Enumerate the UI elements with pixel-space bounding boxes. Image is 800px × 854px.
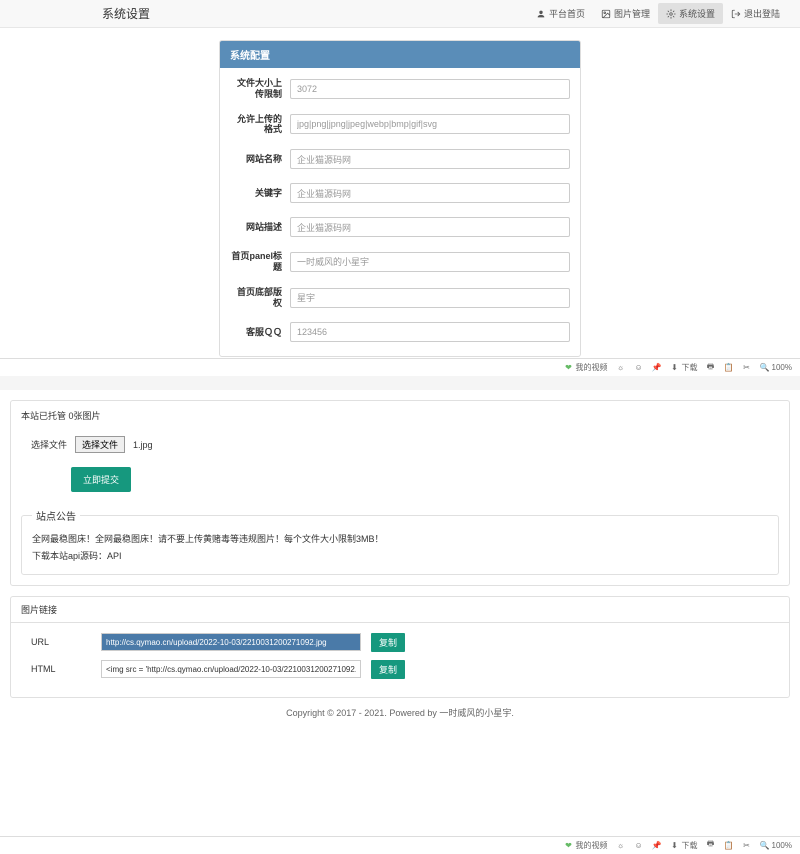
download-icon: ⬇: [670, 363, 680, 373]
field-label: 网站名称: [230, 154, 290, 165]
user-icon: [536, 9, 546, 19]
file-picker-button[interactable]: 选择文件: [75, 436, 125, 453]
printer-icon[interactable]: 🖶: [706, 840, 716, 850]
menu-label: 平台首页: [549, 7, 585, 20]
field-label: 首页panel标题: [230, 251, 290, 273]
field-label: 客服ＱＱ: [230, 327, 290, 338]
allowed-formats-input[interactable]: [290, 114, 570, 134]
site-name-input[interactable]: [290, 149, 570, 169]
link-box: 图片链接 URL 复制 HTML 复制: [10, 596, 790, 698]
site-desc-input[interactable]: [290, 217, 570, 237]
footer-copyright-input[interactable]: [290, 288, 570, 308]
page-title: 系统设置: [12, 5, 150, 22]
menu-label: 退出登陆: [744, 7, 780, 20]
panel-header: 系统配置: [220, 41, 580, 68]
copy-url-button[interactable]: 复制: [371, 633, 405, 652]
status-bar-bottom: ❤ 我的视频 ☼ ☺ 📌 ⬇ 下载 🖶 📋 ✂ 🔍 100%: [0, 836, 800, 854]
logout-icon: [731, 9, 741, 19]
menu-label: 系统设置: [679, 7, 715, 20]
printer-icon[interactable]: 🖶: [706, 363, 716, 373]
copy-html-button[interactable]: 复制: [371, 660, 405, 679]
status-bar: ❤ 我的视频 ☼ ☺ 📌 ⬇ 下载 🖶 📋 ✂ 🔍 100%: [0, 358, 800, 376]
clipboard-icon[interactable]: 📋: [724, 363, 734, 373]
zoom-icon: 🔍: [760, 840, 770, 850]
field-label: 文件大小上传限制: [230, 78, 290, 100]
menu-settings[interactable]: 系统设置: [658, 3, 723, 24]
footer-text: Copyright © 2017 - 2021. Powered by 一时威风…: [10, 698, 790, 735]
link-title: 图片链接: [11, 597, 789, 623]
screenshot-icon[interactable]: ✂: [742, 363, 752, 373]
zoom-icon: 🔍: [760, 363, 770, 373]
settings-panel: 系统配置 文件大小上传限制 允许上传的格式 网站名称: [219, 40, 581, 357]
status-download[interactable]: ⬇ 下载: [670, 840, 698, 851]
status-zoom[interactable]: 🔍 100%: [760, 840, 792, 850]
qq-input[interactable]: [290, 322, 570, 342]
clipboard-icon[interactable]: 📋: [724, 840, 734, 850]
notice-title: 站点公告: [32, 508, 80, 523]
screenshot-icon[interactable]: ✂: [742, 840, 752, 850]
top-nav: 系统设置 平台首页 图片管理: [0, 0, 800, 28]
menu-label: 图片管理: [614, 7, 650, 20]
notice-box: 站点公告 全网最稳图床！全网最稳图床！请不要上传黄赌毒等违规图片！每个文件大小限…: [21, 508, 779, 574]
download-icon: ⬇: [670, 840, 680, 850]
menu-home[interactable]: 平台首页: [528, 3, 593, 24]
html-input[interactable]: [101, 660, 361, 678]
notice-line: 下载本站api源码：API: [32, 548, 768, 564]
notice-line: 全网最稳图床！全网最稳图床！请不要上传黄赌毒等违规图片！每个文件大小限制3MB！: [32, 531, 768, 547]
status-mine[interactable]: ❤ 我的视频: [564, 362, 608, 373]
smile-icon[interactable]: ☺: [634, 840, 644, 850]
smile-icon[interactable]: ☺: [634, 363, 644, 373]
status-zoom[interactable]: 🔍 100%: [760, 363, 792, 373]
pin-icon[interactable]: 📌: [652, 840, 662, 850]
sun-icon[interactable]: ☼: [616, 363, 626, 373]
upload-size-input[interactable]: [290, 79, 570, 99]
keywords-input[interactable]: [290, 183, 570, 203]
field-label: 网站描述: [230, 222, 290, 233]
heart-icon: ❤: [564, 840, 574, 850]
select-file-label: 选择文件: [31, 438, 67, 451]
menu-logout[interactable]: 退出登陆: [723, 3, 788, 24]
url-label: URL: [31, 637, 91, 647]
status-download[interactable]: ⬇ 下载: [670, 362, 698, 373]
submit-button[interactable]: 立即提交: [71, 467, 131, 492]
top-menu: 平台首页 图片管理 系统设置: [528, 3, 788, 24]
field-label: 关键字: [230, 188, 290, 199]
gear-icon: [666, 9, 676, 19]
panel-title-input[interactable]: [290, 252, 570, 272]
selected-file-name: 1.jpg: [133, 440, 153, 450]
hosting-count: 本站已托管 0张图片: [11, 401, 789, 430]
html-label: HTML: [31, 664, 91, 674]
menu-images[interactable]: 图片管理: [593, 3, 658, 24]
heart-icon: ❤: [564, 363, 574, 373]
field-label: 首页底部版权: [230, 287, 290, 309]
image-icon: [601, 9, 611, 19]
url-input[interactable]: [101, 633, 361, 651]
pin-icon[interactable]: 📌: [652, 363, 662, 373]
hosting-box: 本站已托管 0张图片 选择文件 选择文件 1.jpg 立即提交 站点公告 全网最…: [10, 400, 790, 585]
status-mine[interactable]: ❤ 我的视频: [564, 840, 608, 851]
field-label: 允许上传的格式: [230, 114, 290, 136]
sun-icon[interactable]: ☼: [616, 840, 626, 850]
